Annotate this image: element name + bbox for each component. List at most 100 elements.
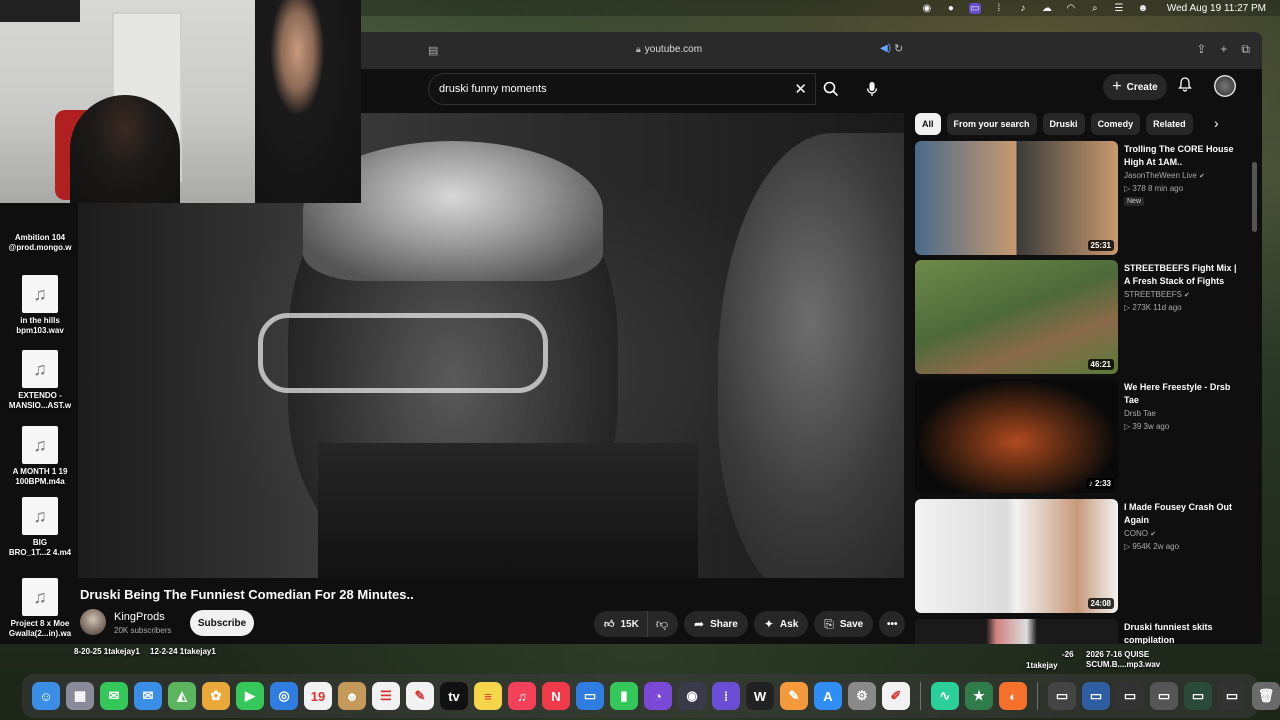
firefox-icon[interactable]: ◐ (999, 682, 1027, 710)
ask-button[interactable]: ✦ Ask (753, 611, 809, 637)
recommendation-thumbnail[interactable]: 24:08 (915, 499, 1118, 613)
window-6-icon[interactable]: ▭ (1218, 682, 1246, 710)
window-5-icon[interactable]: ▭ (1184, 682, 1212, 710)
photos-icon[interactable]: ✿ (202, 682, 230, 710)
chip-all[interactable]: All (915, 113, 941, 135)
creative-cloud-icon[interactable]: ◉ (921, 3, 933, 14)
like-button[interactable]: 👍︎ 15K (594, 611, 648, 637)
window-4-icon[interactable]: ▭ (1150, 682, 1178, 710)
screen-record-icon[interactable]: ▭ (968, 2, 981, 14)
finder-icon[interactable]: ☺ (32, 682, 60, 710)
search-input[interactable]: druski funny moments ✕ (428, 73, 816, 105)
chip-from-your-search[interactable]: From your search (946, 113, 1037, 135)
desktop-file-label[interactable]: 1takejay (1026, 661, 1058, 671)
screen-share-icon[interactable]: ◉ (678, 682, 706, 710)
subscribe-button[interactable]: Subscribe (190, 610, 254, 636)
chip-comedy[interactable]: Comedy (1090, 113, 1141, 135)
menu-bar-clock[interactable]: Wed Aug 19 11:27 PM (1167, 3, 1266, 14)
desktop-file-label[interactable]: 12-2-24 1takejay1 (150, 647, 216, 657)
pages-icon[interactable]: ✎ (780, 682, 808, 710)
notes-icon[interactable]: ≡ (474, 682, 502, 710)
create-button[interactable]: + Create (1103, 74, 1167, 100)
chip-druski[interactable]: Druski (1042, 113, 1085, 135)
recommendation-thumbnail[interactable]: ♪ 2:33 (915, 379, 1118, 493)
address-bar[interactable]: 🔒︎ youtube.com (636, 44, 702, 55)
recommendation-thumbnail[interactable]: 25:31 (915, 141, 1118, 255)
recommendation-item[interactable]: 46:21 STREETBEEFS Fight Mix | A Fresh St… (915, 260, 1255, 374)
recommendation-thumbnail[interactable]: 46:21 (915, 260, 1118, 374)
maps-icon[interactable]: ◭ (168, 682, 196, 710)
desktop-file-label[interactable]: -26 (1062, 650, 1074, 660)
window-1-icon[interactable]: ▭ (1048, 682, 1076, 710)
safari-icon[interactable]: ◎ (270, 682, 298, 710)
news-icon[interactable]: N (542, 682, 570, 710)
desktop-file[interactable]: ♫ in the hills bpm103.wav (0, 275, 80, 336)
calendar-icon[interactable]: 19 (304, 682, 332, 710)
window-2-icon[interactable]: ▭ (1082, 682, 1110, 710)
recommendation-title[interactable]: We Here Freestyle - Drsb Tae (1124, 381, 1244, 407)
music-icon[interactable]: ♫ (508, 682, 536, 710)
wifi-icon[interactable]: ◠ (1065, 3, 1077, 14)
music-icon[interactable]: ♪ (1017, 3, 1029, 14)
recommendation-item[interactable]: 24:08 I Made Fousey Crash Out Again CONO… (915, 499, 1255, 613)
voice-search-button[interactable] (856, 73, 888, 105)
app-grid-icon[interactable]: ⁞ (712, 682, 740, 710)
star-app-icon[interactable]: ★ (965, 682, 993, 710)
desktop-file[interactable]: Ambition 104 @prod.mongo.w (0, 204, 80, 253)
recommendation-title[interactable]: Druski funniest skits compilation (1124, 621, 1244, 644)
page-scrollbar[interactable] (1252, 162, 1257, 232)
window-3-icon[interactable]: ▭ (1116, 682, 1144, 710)
logic-icon[interactable]: ◔ (644, 682, 672, 710)
recommendation-thumbnail[interactable] (915, 619, 1118, 644)
cloud-icon[interactable]: ☁ (1041, 3, 1053, 14)
desktop-file[interactable]: ♫ A MONTH 1 19 100BPM.m4a (0, 426, 80, 487)
recommendation-title[interactable]: Trolling The CORE House High At 1AM.. (1124, 143, 1244, 169)
recommendation-item[interactable]: ♪ 2:33 We Here Freestyle - Drsb Tae Drsb… (915, 379, 1255, 493)
chevron-right-icon[interactable]: › (1214, 115, 1219, 131)
recommendation-channel[interactable]: STREETBEEFS (1124, 290, 1182, 299)
launchpad-icon[interactable]: ▦ (66, 682, 94, 710)
account-avatar[interactable] (1214, 75, 1236, 97)
desktop-file-label[interactable]: SCUM.B....mp3.wav (1086, 660, 1160, 670)
waves-icon[interactable]: W (746, 682, 774, 710)
desktop-file[interactable]: ♫ Project 8 x Moe Gwalla(2...in).wa (0, 578, 80, 639)
app-store-icon[interactable]: A (814, 682, 842, 710)
recommendation-channel[interactable]: Drsb Tae (1124, 409, 1156, 418)
activity-icon[interactable]: ∿ (931, 682, 959, 710)
audio-playing-icon[interactable]: ◀) (880, 43, 891, 54)
desktop-file[interactable]: ♫ EXTENDO - MANSIO...AST.w (0, 350, 80, 411)
sidebar-toggle-icon[interactable]: ▤ (428, 44, 438, 57)
desktop-file-label[interactable]: 8-20-25 1takejay1 (74, 647, 140, 657)
notifications-bell-icon[interactable] (1178, 77, 1192, 95)
channel-avatar[interactable] (80, 609, 106, 635)
save-button[interactable]: ⎘ Save (814, 611, 874, 637)
user-icon[interactable]: ☻ (1137, 3, 1149, 14)
clear-search-icon[interactable]: ✕ (794, 80, 807, 98)
recommendation-channel[interactable]: JasonTheWeen Live (1124, 171, 1197, 180)
recommendation-title[interactable]: STREETBEEFS Fight Mix | A Fresh Stack of… (1124, 262, 1244, 288)
textedit-icon[interactable]: ✐ (882, 682, 910, 710)
control-center-icon[interactable]: ☰ (1113, 3, 1125, 14)
new-tab-icon[interactable]: + (1220, 42, 1227, 57)
grid-icon[interactable]: ⁞ (993, 3, 1005, 14)
freeform-icon[interactable]: ✎ (406, 682, 434, 710)
reminders-icon[interactable]: ☰ (372, 682, 400, 710)
keynote-icon[interactable]: ▭ (576, 682, 604, 710)
contacts-icon[interactable]: ☻ (338, 682, 366, 710)
desktop-file[interactable]: ♫ BIG BRO_1T...2 4.m4 (0, 497, 80, 558)
chip-related[interactable]: Related (1146, 113, 1193, 135)
recommendation-item[interactable]: Druski funniest skits compilation (915, 619, 1255, 644)
apple-tv-icon[interactable]: tv (440, 682, 468, 710)
desktop-file-label[interactable]: 2026 7-16 QUISE (1086, 650, 1149, 660)
trash-icon[interactable]: 🗑 (1252, 682, 1280, 710)
recommendation-channel[interactable]: CONO (1124, 529, 1148, 538)
recommendation-item[interactable]: 25:31 Trolling The CORE House High At 1A… (915, 141, 1255, 255)
dislike-button[interactable]: 👎︎ (648, 611, 678, 637)
recommendation-title[interactable]: I Made Fousey Crash Out Again (1124, 501, 1244, 527)
tab-overview-icon[interactable]: ⧉ (1241, 42, 1250, 57)
channel-name[interactable]: KingProds (114, 611, 165, 623)
reload-icon[interactable]: ↻ (894, 42, 903, 55)
search-button[interactable] (816, 73, 846, 105)
more-actions-button[interactable]: ••• (879, 611, 906, 637)
messages-icon[interactable]: ✉ (100, 682, 128, 710)
